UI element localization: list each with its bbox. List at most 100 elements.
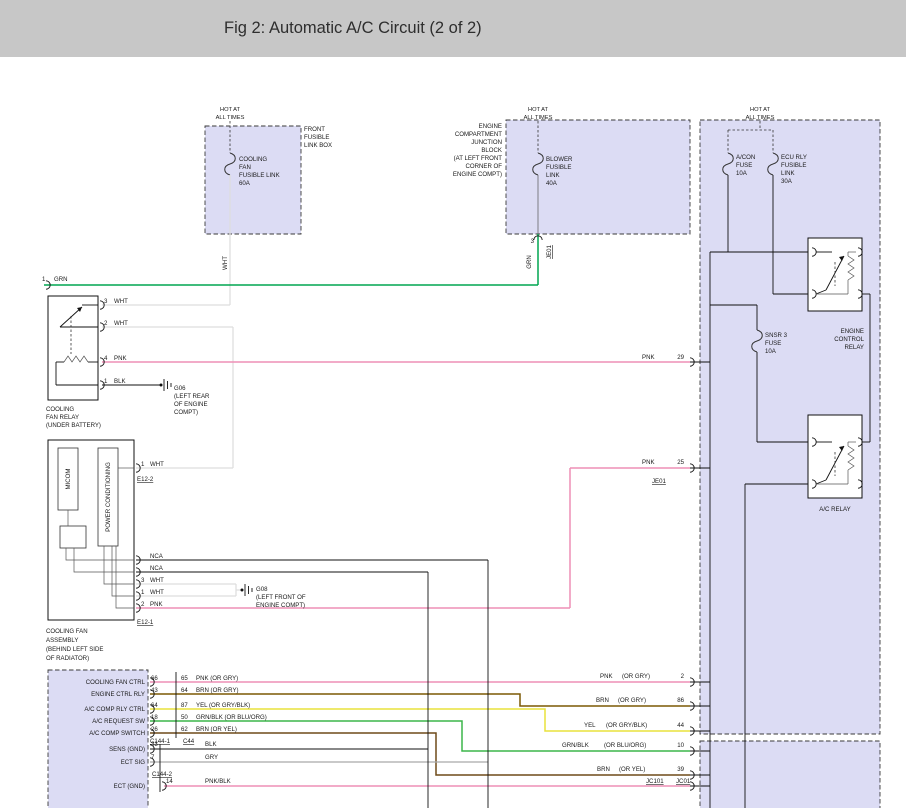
pin-25: 25 xyxy=(677,459,684,466)
cooling-fl-label: COOLING xyxy=(239,156,267,163)
relay-pin-4: 4 xyxy=(104,355,108,362)
svg-text:10A: 10A xyxy=(736,170,748,177)
e12-2-connector-label: E12-2 xyxy=(137,476,154,483)
asm-pin-nca1: NCA xyxy=(150,553,164,560)
diagram-canvas: HOT AT ALL TIMES HOT AT ALL TIMES HOT AT… xyxy=(0,0,906,808)
svg-text:BRN (OR YEL): BRN (OR YEL) xyxy=(196,726,237,733)
svg-text:66: 66 xyxy=(151,675,158,682)
svg-text:BRN (OR GRY): BRN (OR GRY) xyxy=(196,687,239,694)
row-cooling-fan-ctrl: COOLING FAN CTRL xyxy=(86,679,146,686)
cooling-fan-assembly-label: COOLING FAN xyxy=(46,628,88,635)
g08-label: G08 xyxy=(256,586,268,593)
svg-text:65: 65 xyxy=(181,675,188,682)
hot-label-2: HOT AT xyxy=(528,107,549,113)
svg-text:WHT: WHT xyxy=(150,461,164,468)
svg-text:YEL (OR GRY/BLK): YEL (OR GRY/BLK) xyxy=(196,702,250,709)
svg-text:ASSEMBLY: ASSEMBLY xyxy=(46,637,78,644)
front-fusible-link-box xyxy=(205,126,301,234)
row-ac-request-sw: A/C REQUEST SW xyxy=(92,718,145,725)
row-ac-comp-rly-ctrl: A/C COMP RLY CTRL xyxy=(84,706,145,713)
svg-text:LINK: LINK xyxy=(546,172,560,179)
svg-text:GRY: GRY xyxy=(205,754,218,761)
asm-pin-nca2: NCA xyxy=(150,565,164,572)
svg-text:BLOCK: BLOCK xyxy=(481,147,502,154)
front-box-label: FRONT xyxy=(304,126,325,133)
svg-text:(LEFT REAR: (LEFT REAR xyxy=(174,393,210,400)
svg-text:(OR GRY/BLK): (OR GRY/BLK) xyxy=(606,722,647,729)
row-ac-comp-switch: A/C COMP SWITCH xyxy=(89,730,145,737)
jc101-connector-label: JC101 xyxy=(646,778,664,785)
cooling-fan-relay-box xyxy=(48,296,98,400)
svg-text:OF ENGINE: OF ENGINE xyxy=(174,401,208,408)
svg-text:WHT: WHT xyxy=(150,577,164,584)
svg-text:FAN RELAY: FAN RELAY xyxy=(46,414,79,421)
row-engine-ctrl-rly: ENGINE CTRL RLY xyxy=(91,691,145,698)
svg-text:33: 33 xyxy=(151,741,158,748)
svg-text:COMPARTMENT: COMPARTMENT xyxy=(455,131,502,138)
title-bar: Fig 2: Automatic A/C Circuit (2 of 2) xyxy=(0,0,906,57)
svg-text:87: 87 xyxy=(181,702,188,709)
ecu-fl-label: ECU RLY xyxy=(781,154,807,161)
asm-pin-1b: 1 xyxy=(141,589,145,596)
assembly-inner-box xyxy=(60,526,86,548)
snsr3-fuse-label: SNSR 3 xyxy=(765,332,788,339)
svg-text:WHT: WHT xyxy=(150,589,164,596)
svg-text:GRN/BLK (OR BLU/ORG): GRN/BLK (OR BLU/ORG) xyxy=(196,714,267,721)
svg-text:64: 64 xyxy=(181,687,188,694)
svg-text:(LEFT FRONT OF: (LEFT FRONT OF xyxy=(256,594,306,601)
svg-text:LINK: LINK xyxy=(781,170,795,177)
pin-86: 86 xyxy=(677,697,684,704)
junction-block-label: ENGINE xyxy=(479,123,502,130)
pin-10: 10 xyxy=(677,742,684,749)
svg-text:26: 26 xyxy=(151,726,158,733)
svg-text:FUSIBLE: FUSIBLE xyxy=(304,134,329,141)
g06-ground-icon xyxy=(160,379,172,391)
svg-text:(OR BLU/ORG): (OR BLU/ORG) xyxy=(604,742,646,749)
asm-pin-3: 3 xyxy=(141,577,145,584)
c144-2-connector-label: C144-2 xyxy=(152,771,173,778)
svg-text:(OR GRY): (OR GRY) xyxy=(622,673,650,680)
svg-text:BLK: BLK xyxy=(114,378,126,385)
svg-text:FUSIBLE LINK: FUSIBLE LINK xyxy=(239,172,280,179)
engine-control-relay-box xyxy=(808,238,862,311)
pin-29: 29 xyxy=(677,354,684,361)
left-pin-1: 1 xyxy=(42,276,46,283)
e12-1-connector-label: E12-1 xyxy=(137,619,154,626)
svg-text:ENGINE COMPT): ENGINE COMPT) xyxy=(453,171,502,178)
jc01-connector-label: JC01 xyxy=(676,778,691,785)
svg-text:14: 14 xyxy=(166,778,173,785)
cooling-fan-relay-label: COOLING xyxy=(46,406,74,413)
relay-pin-2: 2 xyxy=(104,320,108,327)
svg-text:(OR GRY): (OR GRY) xyxy=(618,697,646,704)
svg-text:30A: 30A xyxy=(781,178,793,185)
svg-text:50: 50 xyxy=(181,714,188,721)
svg-text:10A: 10A xyxy=(765,348,777,355)
acon-fuse-label: A/CON xyxy=(736,154,755,161)
svg-text:BRN: BRN xyxy=(596,697,609,704)
svg-text:64: 64 xyxy=(151,702,158,709)
svg-text:ENGINE COMPT): ENGINE COMPT) xyxy=(256,602,305,609)
svg-text:GRN/BLK: GRN/BLK xyxy=(562,742,589,749)
je01-tag-mid: JE01 xyxy=(652,478,667,485)
pin-39: 39 xyxy=(677,766,684,773)
ac-relay-label: A/C RELAY xyxy=(819,506,850,513)
blower-fl-label: BLOWER xyxy=(546,156,573,163)
svg-text:7: 7 xyxy=(151,754,155,761)
svg-text:(OR YEL): (OR YEL) xyxy=(619,766,645,773)
relay-pin-3: 3 xyxy=(104,298,108,305)
svg-text:FUSIBLE: FUSIBLE xyxy=(546,164,571,171)
left-pin-grn: GRN xyxy=(54,276,68,283)
svg-text:PNK/BLK: PNK/BLK xyxy=(205,778,231,785)
svg-text:WHT: WHT xyxy=(114,320,128,327)
svg-text:CORNER OF: CORNER OF xyxy=(465,163,502,170)
row-sens-gnd: SENS (GND) xyxy=(109,746,145,753)
svg-text:PNK (OR GRY): PNK (OR GRY) xyxy=(196,675,238,682)
g06-label: G06 xyxy=(174,385,186,392)
svg-text:43: 43 xyxy=(151,687,158,694)
svg-text:BRN: BRN xyxy=(597,766,610,773)
svg-text:FUSE: FUSE xyxy=(736,162,752,169)
svg-text:(AT LEFT FRONT: (AT LEFT FRONT xyxy=(454,155,503,162)
svg-text:OF RADIATOR): OF RADIATOR) xyxy=(46,655,89,662)
svg-text:COMPT): COMPT) xyxy=(174,409,198,416)
wiring-diagram-page: HOT AT ALL TIMES HOT AT ALL TIMES HOT AT… xyxy=(0,0,906,808)
